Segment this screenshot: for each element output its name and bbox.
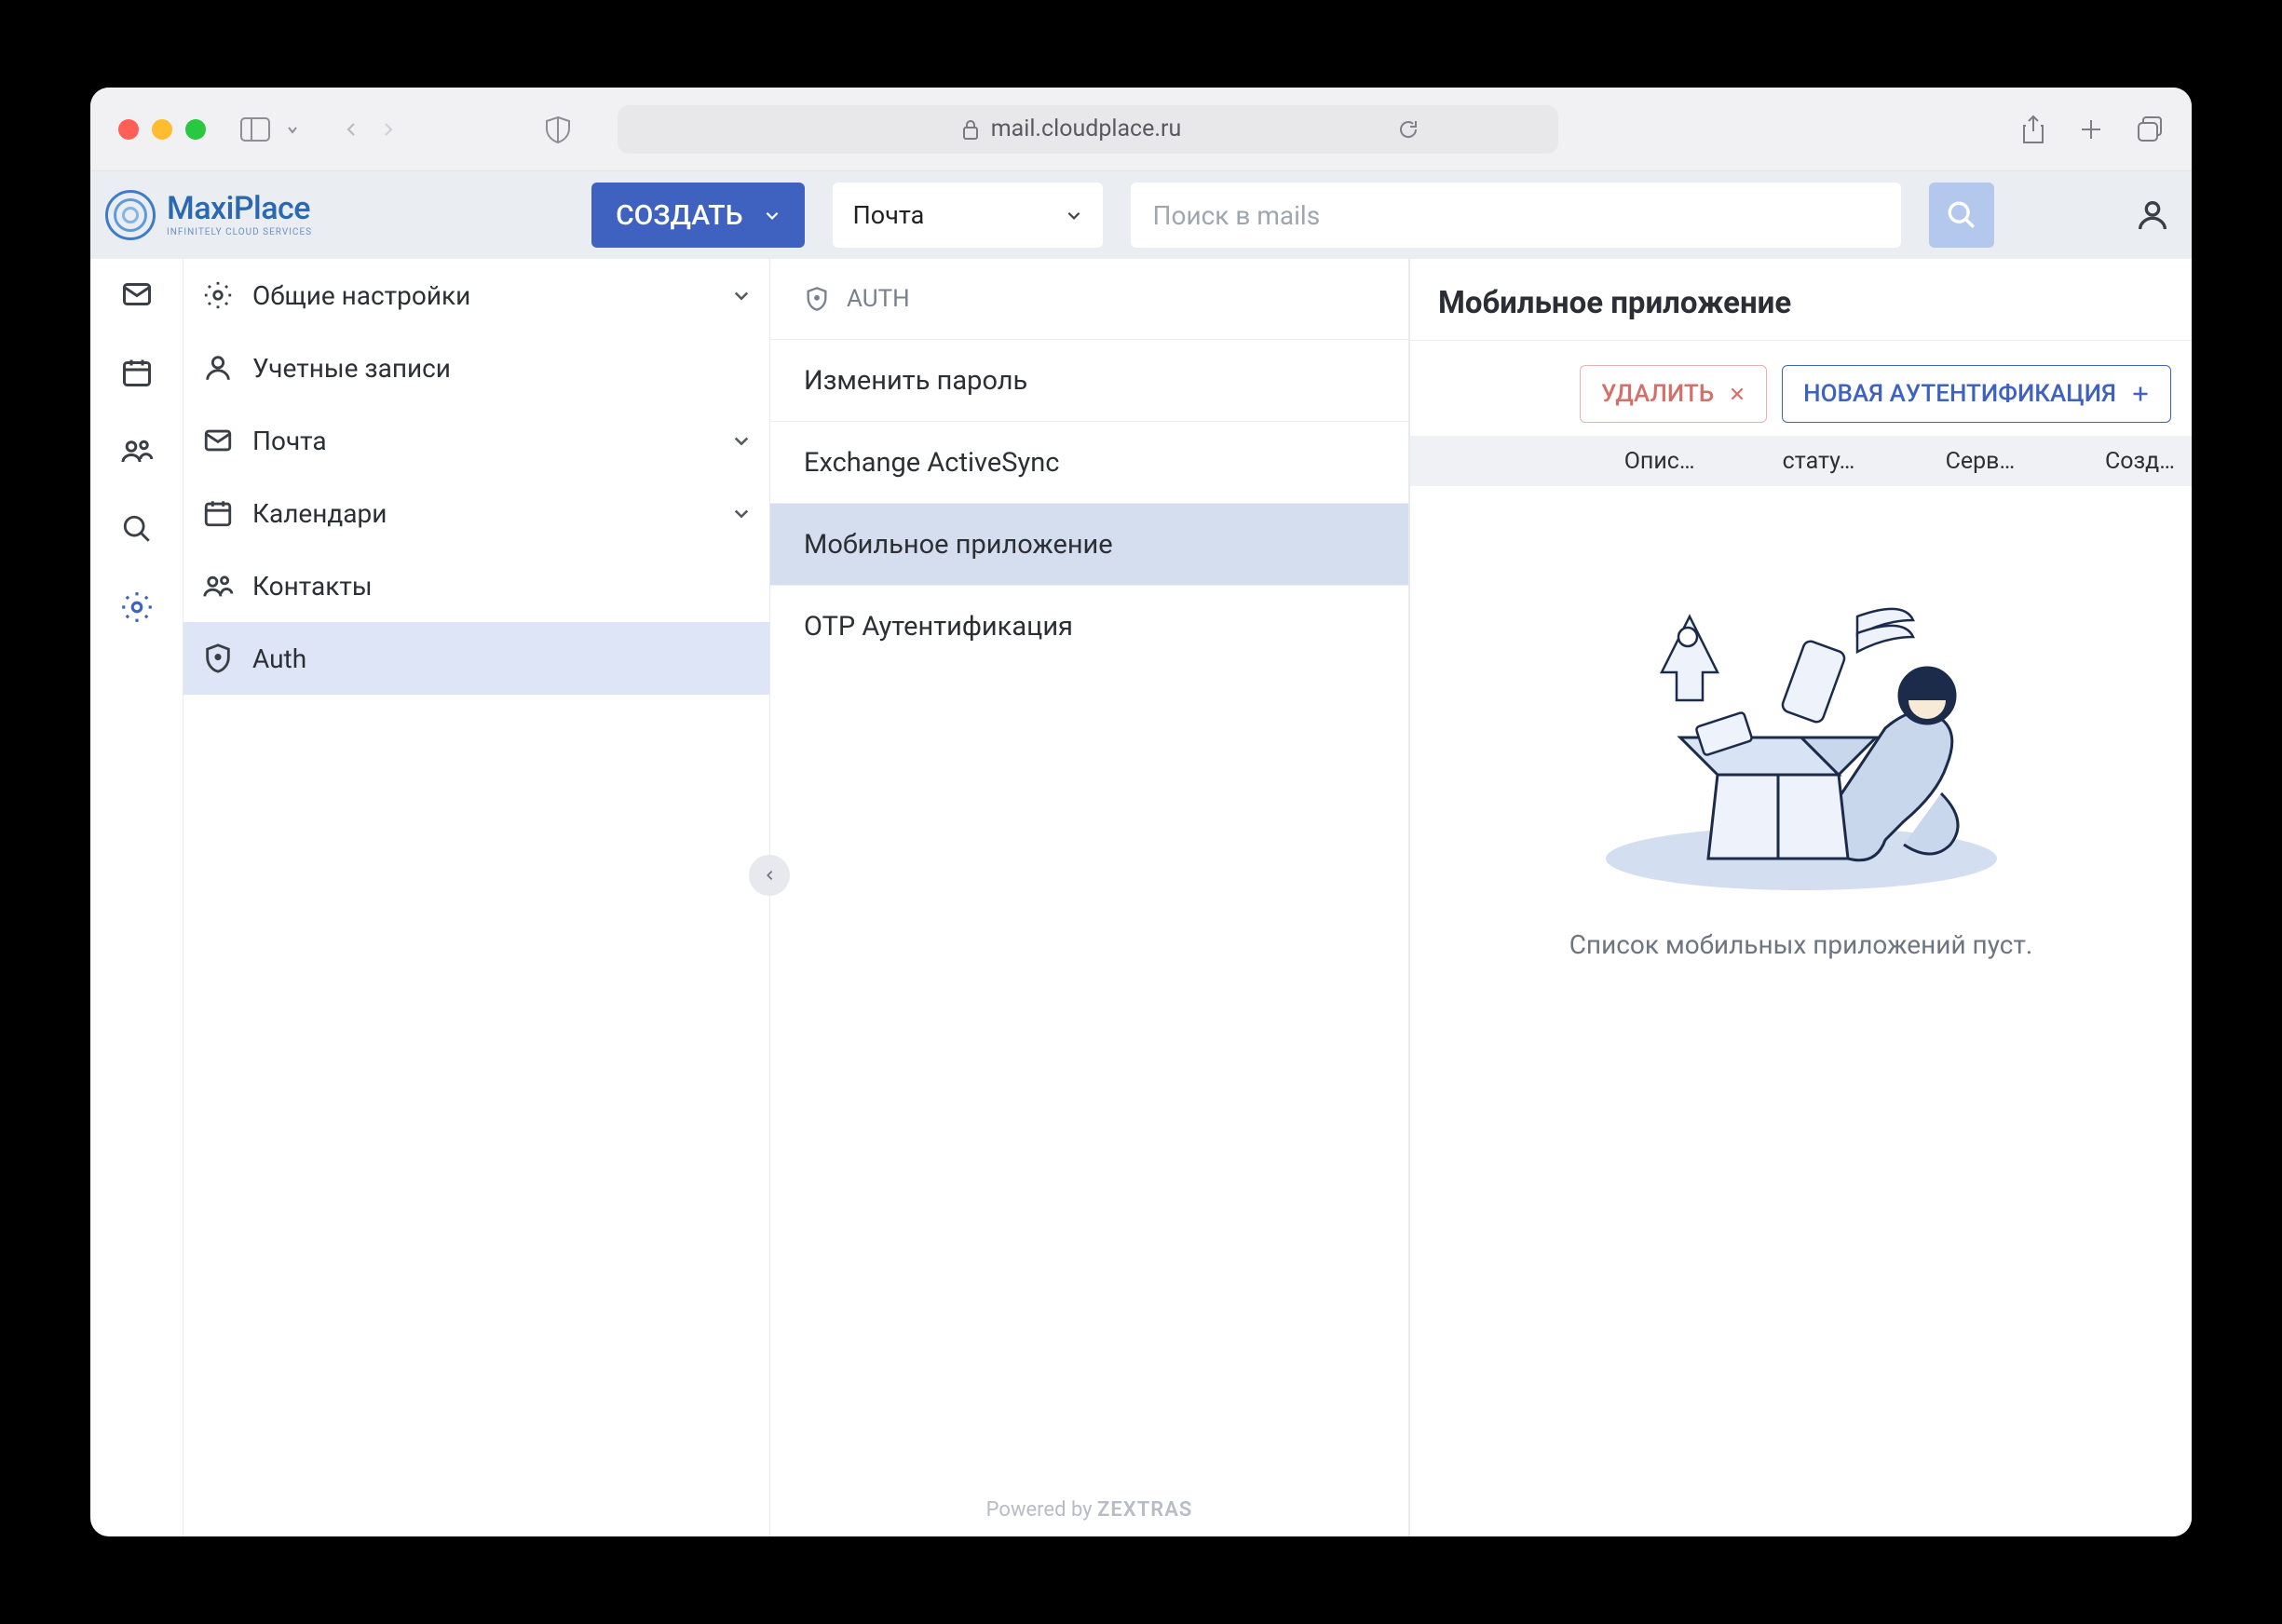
create-button[interactable]: СОЗДАТЬ	[591, 183, 804, 248]
auth-item-label: OTP Аутентификация	[804, 611, 1073, 643]
lock-icon	[961, 118, 980, 141]
sidebar-item-label: Почта	[252, 426, 327, 456]
auth-item-label: Exchange ActiveSync	[804, 447, 1059, 479]
chevron-down-icon	[732, 431, 751, 450]
chevron-down-icon	[764, 207, 781, 223]
rail-calendar[interactable]	[118, 354, 156, 391]
empty-state-illustration	[1559, 561, 2044, 896]
rail-settings[interactable]	[118, 589, 156, 626]
search-icon	[1946, 199, 1977, 231]
auth-sub-panel: AUTH Изменить пароль Exchange ActiveSync…	[770, 259, 1409, 1536]
browser-toolbar: mail.cloudplace.ru	[90, 88, 2192, 171]
powered-by: Powered by ZEXTRAS	[770, 1498, 1408, 1522]
brand-tagline: INFINITELY CLOUD SERVICES	[167, 228, 312, 237]
sidebar-item-label: Календари	[252, 498, 387, 529]
minimize-window-button[interactable]	[152, 119, 172, 140]
reload-button[interactable]	[1397, 118, 1419, 141]
browser-back-button[interactable]	[344, 122, 359, 137]
chevron-down-icon	[1066, 207, 1082, 223]
contacts-icon	[202, 570, 234, 602]
rail-mail[interactable]	[118, 276, 156, 313]
zoom-window-button[interactable]	[185, 119, 206, 140]
sidebar-item-label: Контакты	[252, 571, 373, 602]
mail-icon	[202, 425, 234, 456]
close-window-button[interactable]	[118, 119, 139, 140]
calendar-icon	[202, 497, 234, 529]
brand-logo[interactable]: MaxiPlace INFINITELY CLOUD SERVICES	[100, 190, 312, 240]
column-header[interactable]: Серв…	[1881, 448, 2015, 475]
column-header[interactable]: стату…	[1721, 448, 1855, 475]
search-input[interactable]	[1131, 183, 1901, 248]
safari-sidebar-toggle[interactable]	[239, 116, 271, 142]
delete-button[interactable]: УДАЛИТЬ	[1580, 365, 1767, 423]
brand-name: MaxiPlace	[167, 193, 312, 224]
person-icon	[202, 352, 234, 384]
auth-item-label: Изменить пароль	[804, 365, 1027, 397]
app-header: MaxiPlace INFINITELY CLOUD SERVICES СОЗД…	[90, 171, 2192, 259]
sidebar-item-auth[interactable]: Auth	[183, 622, 769, 695]
sidebar-item-label: Общие настройки	[252, 280, 470, 311]
app-rail	[90, 259, 183, 1536]
column-header[interactable]: Опис…	[1427, 448, 1695, 475]
close-icon	[1729, 386, 1745, 402]
auth-item-otp[interactable]: OTP Аутентификация	[770, 585, 1408, 667]
show-tabs-button[interactable]	[2136, 115, 2164, 143]
sidebar-item-accounts[interactable]: Учетные записи	[183, 332, 769, 404]
chevron-down-icon	[732, 286, 751, 304]
chevron-down-icon	[732, 504, 751, 522]
sidebar-item-mail[interactable]: Почта	[183, 404, 769, 477]
plus-icon	[2131, 385, 2150, 403]
empty-state-text: Список мобильных приложений пуст.	[1569, 929, 2033, 960]
sidebar-item-general[interactable]: Общие настройки	[183, 259, 769, 332]
url-bar[interactable]: mail.cloudplace.ru	[618, 105, 1558, 154]
sidebar-item-label: Auth	[252, 643, 306, 674]
auth-panel-header: AUTH	[770, 259, 1408, 339]
rail-search[interactable]	[118, 510, 156, 548]
content-area: Мобильное приложение УДАЛИТЬ НОВАЯ АУТЕН…	[1409, 259, 2192, 1536]
share-button[interactable]	[2020, 115, 2046, 144]
search-scope-label: Почта	[853, 200, 925, 230]
table-header: Опис… стату… Серв… Созд…	[1410, 436, 2192, 486]
auth-item-label: Мобильное приложение	[804, 529, 1113, 561]
window-controls	[118, 119, 206, 140]
search-scope-select[interactable]: Почта	[833, 183, 1103, 248]
new-tab-button[interactable]	[2078, 116, 2104, 142]
rail-contacts[interactable]	[118, 432, 156, 469]
sidebar-item-label: Учетные записи	[252, 353, 451, 384]
person-icon	[2134, 196, 2171, 234]
safari-sidebar-menu-chevron[interactable]	[286, 123, 299, 136]
sidebar-item-calendar[interactable]: Календари	[183, 477, 769, 549]
gear-icon	[202, 279, 234, 311]
auth-item-eas[interactable]: Exchange ActiveSync	[770, 421, 1408, 503]
empty-state: Список мобильных приложений пуст.	[1410, 486, 2192, 1536]
column-header[interactable]: Созд…	[2041, 448, 2175, 475]
browser-forward-button[interactable]	[381, 122, 396, 137]
auth-item-change-password[interactable]: Изменить пароль	[770, 339, 1408, 421]
search-button[interactable]	[1929, 183, 1994, 248]
url-text: mail.cloudplace.ru	[991, 115, 1181, 142]
account-menu-button[interactable]	[2134, 196, 2171, 234]
content-title: Мобильное приложение	[1410, 259, 2192, 341]
settings-nav: Общие настройки Учетные записи Почта Кал…	[183, 259, 770, 1536]
auth-item-mobile-app[interactable]: Мобильное приложение	[770, 503, 1408, 585]
shield-icon	[804, 286, 830, 312]
new-auth-button[interactable]: НОВАЯ АУТЕНТИФИКАЦИЯ	[1782, 365, 2171, 423]
shield-icon	[202, 643, 234, 674]
privacy-shield-icon[interactable]	[545, 115, 571, 143]
sidebar-item-contacts[interactable]: Контакты	[183, 549, 769, 622]
